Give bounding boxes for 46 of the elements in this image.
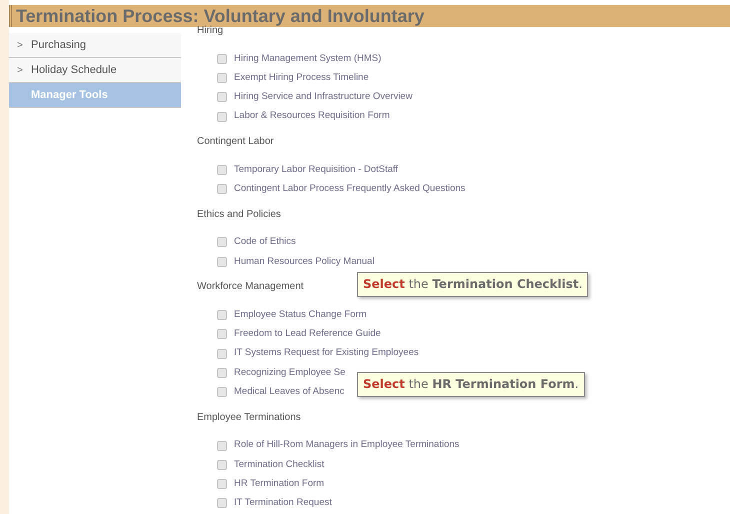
document-link[interactable]: HR Termination Form bbox=[234, 476, 324, 492]
chevron-icon: > bbox=[17, 38, 23, 52]
checkbox[interactable] bbox=[217, 329, 227, 340]
checkbox[interactable] bbox=[217, 348, 227, 359]
section-heading: Hiring bbox=[197, 25, 224, 38]
document-link[interactable]: Medical Leaves of Absenc bbox=[234, 385, 344, 400]
checkbox[interactable] bbox=[217, 479, 227, 490]
section-heading: Workforce Management bbox=[197, 280, 304, 294]
section-heading: Employee Terminations bbox=[197, 410, 301, 425]
document-link[interactable]: Temporary Labor Requisition - DotStaff bbox=[234, 162, 398, 177]
checkbox[interactable] bbox=[217, 184, 227, 194]
instruction-callout: Select the Termination Checklist. bbox=[357, 272, 588, 297]
document-link[interactable]: Hiring Management System (HMS) bbox=[234, 52, 382, 66]
document-link[interactable]: Termination Checklist bbox=[234, 458, 324, 472]
checkbox[interactable] bbox=[217, 498, 227, 508]
checkbox[interactable] bbox=[217, 237, 227, 248]
checkbox[interactable] bbox=[217, 460, 227, 470]
page-title: Termination Process: Voluntary and Involuntary bbox=[16, 7, 424, 25]
document-link[interactable]: IT Systems Request for Existing Employees bbox=[234, 346, 419, 361]
checkbox[interactable] bbox=[217, 368, 227, 378]
document-link[interactable]: Labor & Resources Requisition Form bbox=[234, 109, 390, 124]
checkbox[interactable] bbox=[217, 164, 227, 175]
chevron-icon: > bbox=[17, 62, 23, 78]
document-link[interactable]: Role of Hill-Rom Managers in Employee Terminations bbox=[234, 438, 460, 453]
document-link[interactable]: Code of Ethics bbox=[234, 235, 296, 250]
checkbox[interactable] bbox=[217, 440, 227, 450]
instruction-callout: Select the HR Termination Form. bbox=[357, 372, 585, 397]
checkbox[interactable] bbox=[217, 387, 227, 398]
checkbox[interactable] bbox=[217, 112, 227, 122]
checkbox[interactable] bbox=[217, 54, 227, 64]
document-link[interactable]: Contingent Labor Process Frequently Asked Questions bbox=[234, 182, 466, 196]
section-heading: Contingent Labor bbox=[197, 135, 274, 150]
checkbox[interactable] bbox=[217, 72, 227, 83]
document-link[interactable]: Hiring Service and Infrastructure Overview bbox=[234, 90, 412, 104]
checkbox[interactable] bbox=[217, 92, 227, 102]
document-link[interactable]: Recognizing Employee Se bbox=[234, 366, 346, 380]
sidebar-item[interactable]: Holiday Schedule > bbox=[9, 58, 181, 83]
sidebar-item[interactable]: Purchasing > bbox=[9, 33, 181, 58]
checkbox[interactable] bbox=[217, 256, 227, 267]
document-link[interactable]: Exempt Hiring Process Timeline bbox=[234, 70, 369, 86]
document-link[interactable]: IT Termination Request bbox=[234, 496, 332, 511]
document-link[interactable]: Employee Status Change Form bbox=[234, 308, 367, 322]
document-link[interactable]: Human Resources Policy Manual bbox=[234, 254, 374, 269]
document-link[interactable]: Freedom to Lead Reference Guide bbox=[234, 327, 381, 342]
checkbox[interactable] bbox=[217, 310, 227, 320]
section-heading: Ethics and Policies bbox=[197, 208, 281, 222]
